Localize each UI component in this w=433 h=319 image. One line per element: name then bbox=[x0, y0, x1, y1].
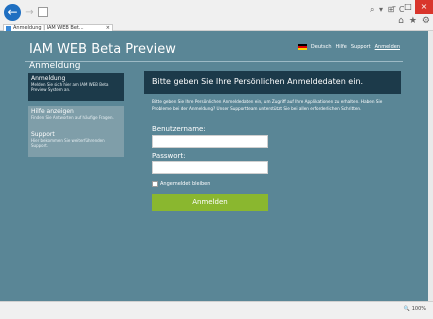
username-label: Benutzername: bbox=[152, 125, 206, 133]
language-link[interactable]: Deutsch bbox=[311, 44, 332, 50]
german-flag-icon bbox=[297, 44, 307, 50]
login-button[interactable]: Anmelden bbox=[152, 194, 268, 211]
sidebar-item-subtitle: Melden Sie sich hier am IAM WEB Beta Pre… bbox=[31, 82, 109, 92]
page-icon bbox=[38, 7, 48, 17]
window-controls: – □ × bbox=[387, 0, 433, 14]
panel-title: Bitte geben Sie Ihre Persönlichen Anmeld… bbox=[152, 77, 364, 86]
settings-icon[interactable]: ⚙ bbox=[422, 16, 430, 26]
sidebar-item-subtitle: Hier bekommen Sie weiterführenden Suppor… bbox=[31, 138, 105, 148]
sidebar-item-login[interactable]: Anmeldung Melden Sie sich hier am IAM WE… bbox=[28, 73, 124, 101]
favorites-icon[interactable]: ★ bbox=[409, 16, 417, 26]
minimize-button[interactable]: – bbox=[387, 0, 401, 14]
password-label: Passwort: bbox=[152, 152, 186, 160]
intro-text: Bitte geben Sie Ihre Persönlichen Anmeld… bbox=[152, 99, 383, 111]
app-title: IAM WEB Beta Preview bbox=[29, 42, 176, 57]
forward-button[interactable]: → bbox=[24, 7, 35, 18]
sidebar-item-subtitle: Finden Sie Antworten auf häufige Fragen. bbox=[31, 115, 114, 120]
username-field[interactable] bbox=[152, 135, 268, 148]
close-button[interactable]: × bbox=[415, 0, 433, 14]
zoom-level[interactable]: 🔍 100% bbox=[404, 306, 426, 312]
browser-toolbar: ← → ⌕ ▾ ⊞ C – □ × ⌂ ★ ⚙ Anmeldung | IAM … bbox=[0, 0, 433, 31]
home-icon[interactable]: ⌂ bbox=[398, 16, 404, 26]
sidebar-item-help[interactable]: Hilfe anzeigen Finden Sie Antworten auf … bbox=[28, 106, 124, 130]
status-bar: 🔍 100% bbox=[0, 301, 433, 319]
page-content: IAM WEB Beta Preview Deutsch Hilfe Suppo… bbox=[0, 31, 428, 301]
browser-icons: ⌂ ★ ⚙ bbox=[398, 16, 430, 26]
sidebar-item-title: Anmeldung bbox=[31, 75, 66, 82]
vertical-scrollbar[interactable] bbox=[428, 31, 433, 301]
maximize-button[interactable]: □ bbox=[401, 0, 415, 14]
login-panel-header: Bitte geben Sie Ihre Persönlichen Anmeld… bbox=[144, 71, 401, 94]
back-button[interactable]: ← bbox=[4, 4, 21, 21]
password-field[interactable] bbox=[152, 161, 268, 174]
remember-label: Angemeldet bleiben bbox=[160, 181, 211, 187]
sidebar-item-title: Support bbox=[31, 131, 55, 138]
remember-checkbox[interactable] bbox=[152, 181, 158, 187]
remember-me[interactable]: Angemeldet bleiben bbox=[152, 181, 210, 187]
sidebar-item-support[interactable]: Support Hier bekommen Sie weiterführende… bbox=[28, 129, 124, 157]
top-links: Deutsch Hilfe Support Anmelden bbox=[297, 44, 400, 50]
help-link[interactable]: Hilfe bbox=[336, 44, 347, 50]
section-title: Anmeldung bbox=[29, 61, 81, 71]
login-link[interactable]: Anmelden bbox=[375, 44, 400, 50]
sidebar-item-title: Hilfe anzeigen bbox=[31, 108, 74, 115]
header-divider bbox=[25, 61, 403, 62]
support-link[interactable]: Support bbox=[351, 44, 371, 50]
browser-tab[interactable]: Anmeldung | IAM WEB Bet... × bbox=[3, 24, 113, 31]
